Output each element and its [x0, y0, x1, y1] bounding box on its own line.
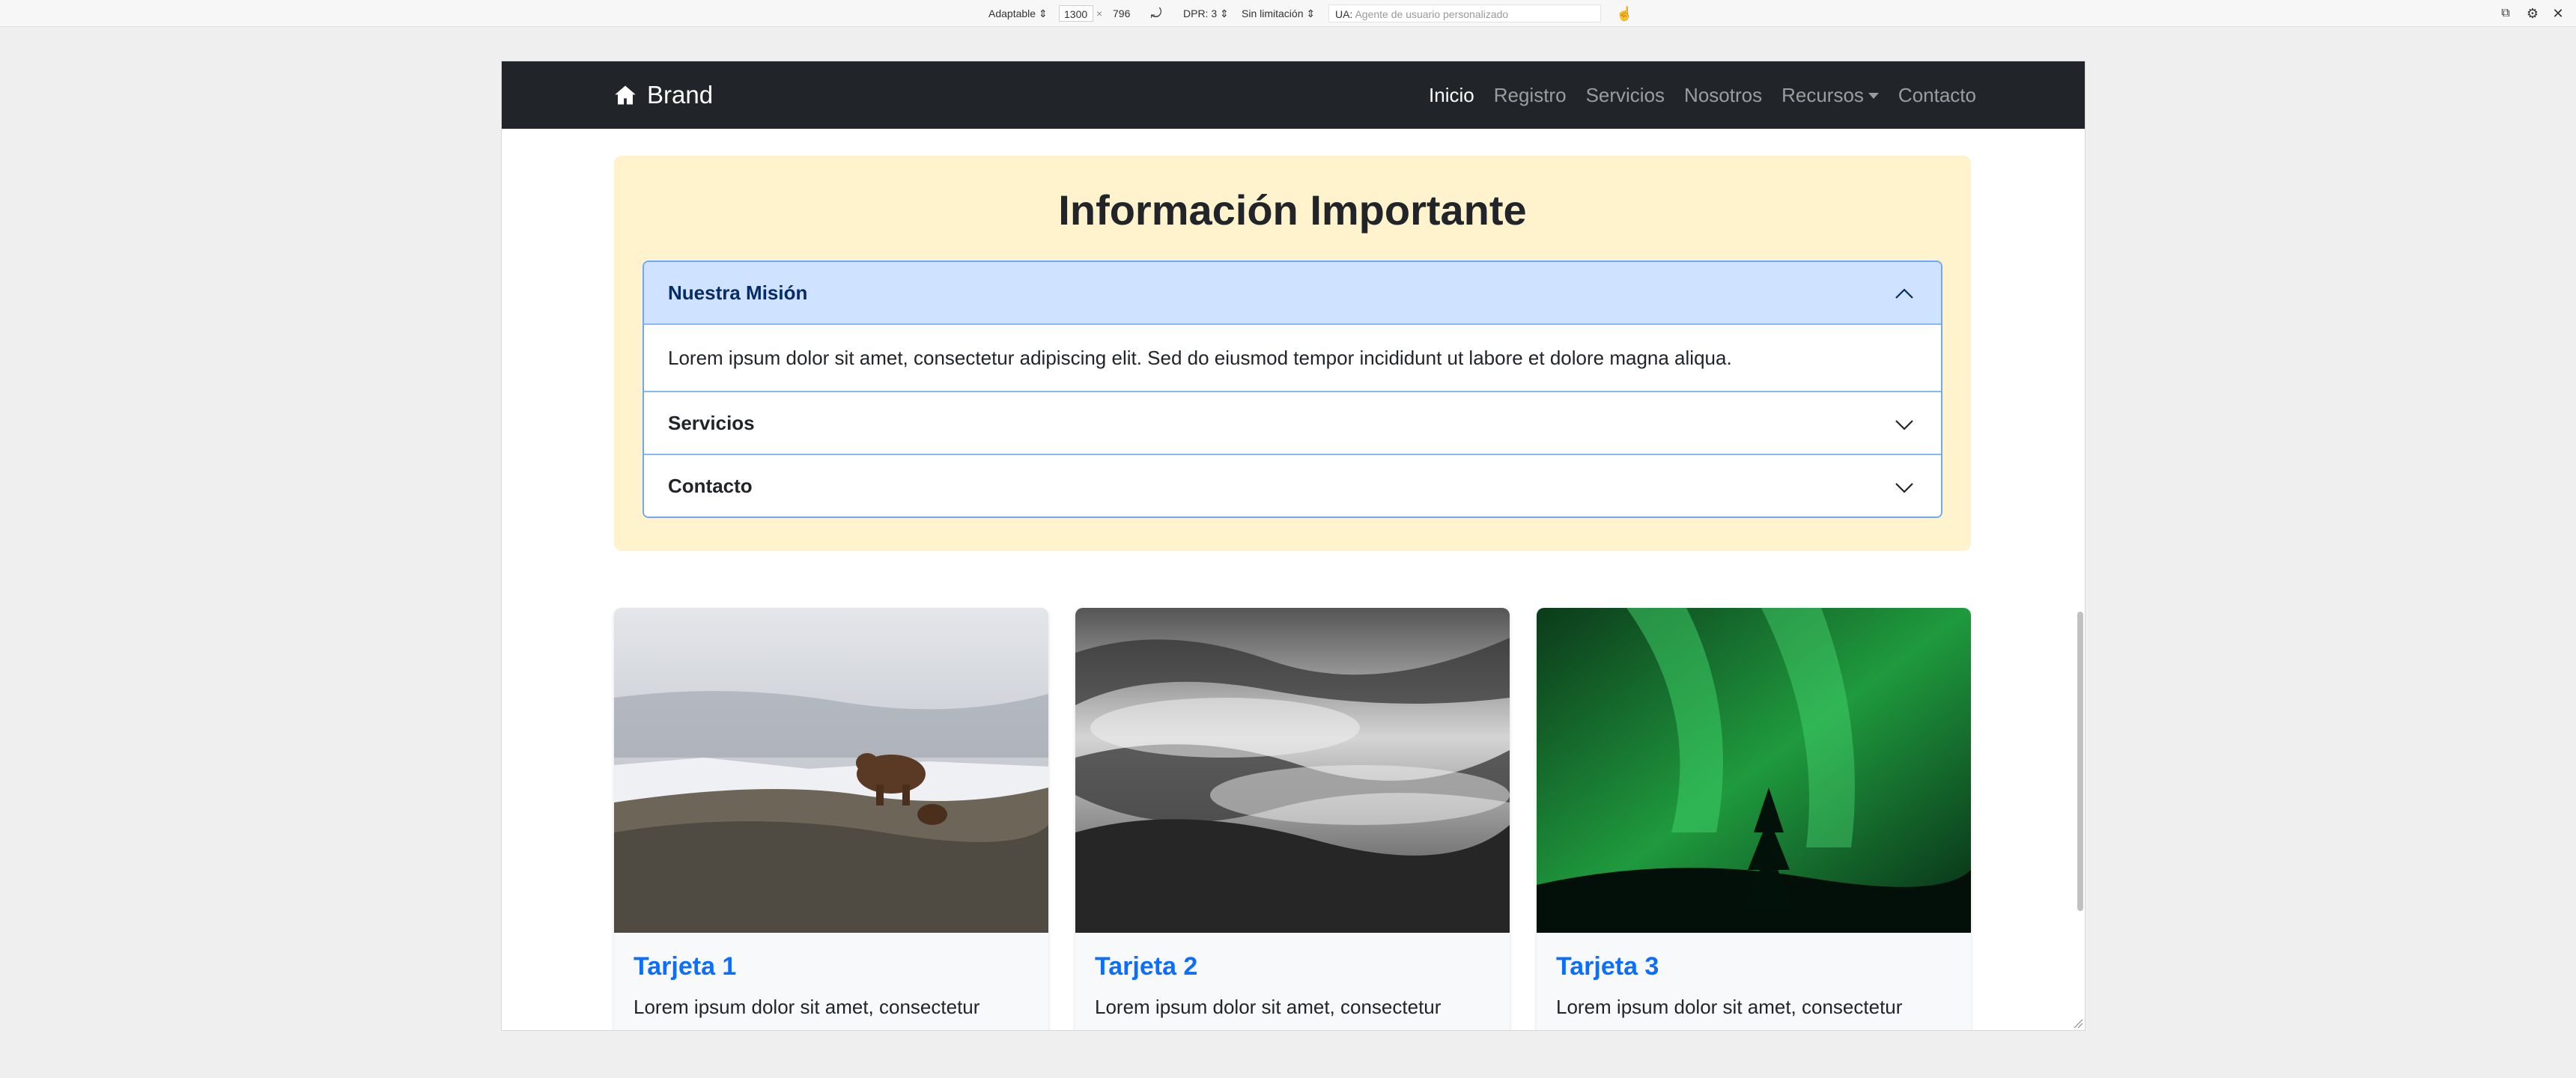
device-select[interactable]: Adaptable ⇕ [988, 0, 1048, 27]
accordion-header-label: Nuestra Misión [668, 281, 808, 304]
card-title: Tarjeta 3 [1556, 952, 1659, 981]
card-image-foggy-forest [1075, 608, 1510, 933]
device-select-label: Adaptable [988, 7, 1036, 19]
nav-dropdown-recursos-label: Recursos [1781, 83, 1864, 106]
viewport-height-input[interactable]: 796 [1108, 5, 1143, 22]
dpr-select-label: DPR: 3 [1183, 7, 1218, 19]
brand-link[interactable]: Brand [614, 61, 713, 129]
nav-link-inicio[interactable]: Inicio [1429, 84, 1474, 107]
resize-handle-icon[interactable] [2073, 1018, 2083, 1029]
card-title: Tarjeta 1 [634, 952, 737, 981]
card-title: Tarjeta 2 [1095, 952, 1198, 981]
card-text: Lorem ipsum dolor sit amet, consectetur [1095, 996, 1442, 1018]
settings-gear-icon[interactable]: ⚙ [2525, 6, 2540, 21]
chevron-down-icon [1895, 420, 1913, 430]
nav-link-contacto[interactable]: Contacto [1898, 84, 1976, 107]
accordion-body-mision: Lorem ipsum dolor sit amet, consectetur … [668, 346, 1732, 369]
screenshot-icon[interactable]: ⧉ [2498, 6, 2513, 21]
info-section: Información Importante Nuestra Misión Lo… [614, 156, 1971, 551]
nav-links: Inicio Registro Servicios Nosotros Recur… [1409, 61, 1976, 129]
accordion-header-servicios[interactable]: Servicios [644, 391, 1941, 454]
responsive-toolbar: Adaptable ⇕ 1300 × 796 ⤾ DPR: 3 ⇕ Sin li… [0, 0, 2576, 27]
ua-label: UA: [1335, 8, 1353, 20]
accordion-header-label: Contacto [668, 474, 753, 497]
info-title: Información Importante [1058, 186, 1527, 234]
card-text: Lorem ipsum dolor sit amet, consectetur [1556, 996, 1903, 1018]
nav-link-servicios[interactable]: Servicios [1586, 84, 1665, 107]
brand-label: Brand [647, 81, 714, 109]
home-icon [615, 85, 636, 105]
vertical-scrollbar-thumb[interactable] [2077, 612, 2083, 911]
nav-dropdown-recursos[interactable]: Recursos [1781, 84, 1879, 107]
navbar: Brand Inicio Registro Servicios Nosotros… [502, 61, 2085, 129]
accordion-header-label: Servicios [668, 411, 755, 434]
accordion-header-contacto[interactable]: Contacto [644, 454, 1941, 517]
chevron-down-icon [1895, 483, 1913, 493]
card-image-aurora [1537, 608, 1971, 933]
touch-simulation-icon[interactable]: ☝ [1616, 6, 1632, 21]
nav-link-nosotros[interactable]: Nosotros [1684, 84, 1762, 107]
caret-down-icon [1868, 92, 1879, 99]
dimension-separator: × [1096, 7, 1103, 19]
dpr-select[interactable]: DPR: 3 ⇕ [1183, 0, 1229, 27]
close-icon[interactable]: ✕ [2551, 6, 2566, 21]
chevron-up-icon [1895, 288, 1913, 299]
throttling-select[interactable]: Sin limitación ⇕ [1242, 0, 1315, 27]
card-1: Tarjeta 1 Lorem ipsum dolor sit amet, co… [614, 608, 1048, 1030]
page-viewport: Brand Inicio Registro Servicios Nosotros… [502, 61, 2085, 1030]
card-image-bear [614, 608, 1048, 933]
rotate-icon[interactable]: ⤾ [1149, 6, 1164, 21]
accordion: Nuestra Misión Lorem ipsum dolor sit ame… [643, 261, 1942, 518]
accordion-header-mision[interactable]: Nuestra Misión [644, 262, 1941, 325]
card-2: Tarjeta 2 Lorem ipsum dolor sit amet, co… [1075, 608, 1510, 1030]
cards-section: Tarjeta 1 Lorem ipsum dolor sit amet, co… [614, 608, 1971, 1030]
ua-placeholder: Agente de usuario personalizado [1355, 8, 1509, 20]
viewport-width-input[interactable]: 1300 [1059, 5, 1093, 22]
user-agent-input[interactable]: UA: Agente de usuario personalizado [1328, 4, 1601, 22]
nav-link-registro[interactable]: Registro [1494, 84, 1567, 107]
throttling-select-label: Sin limitación [1242, 7, 1304, 19]
card-3: Tarjeta 3 Lorem ipsum dolor sit amet, co… [1537, 608, 1971, 1030]
card-text: Lorem ipsum dolor sit amet, consectetur [634, 996, 980, 1018]
